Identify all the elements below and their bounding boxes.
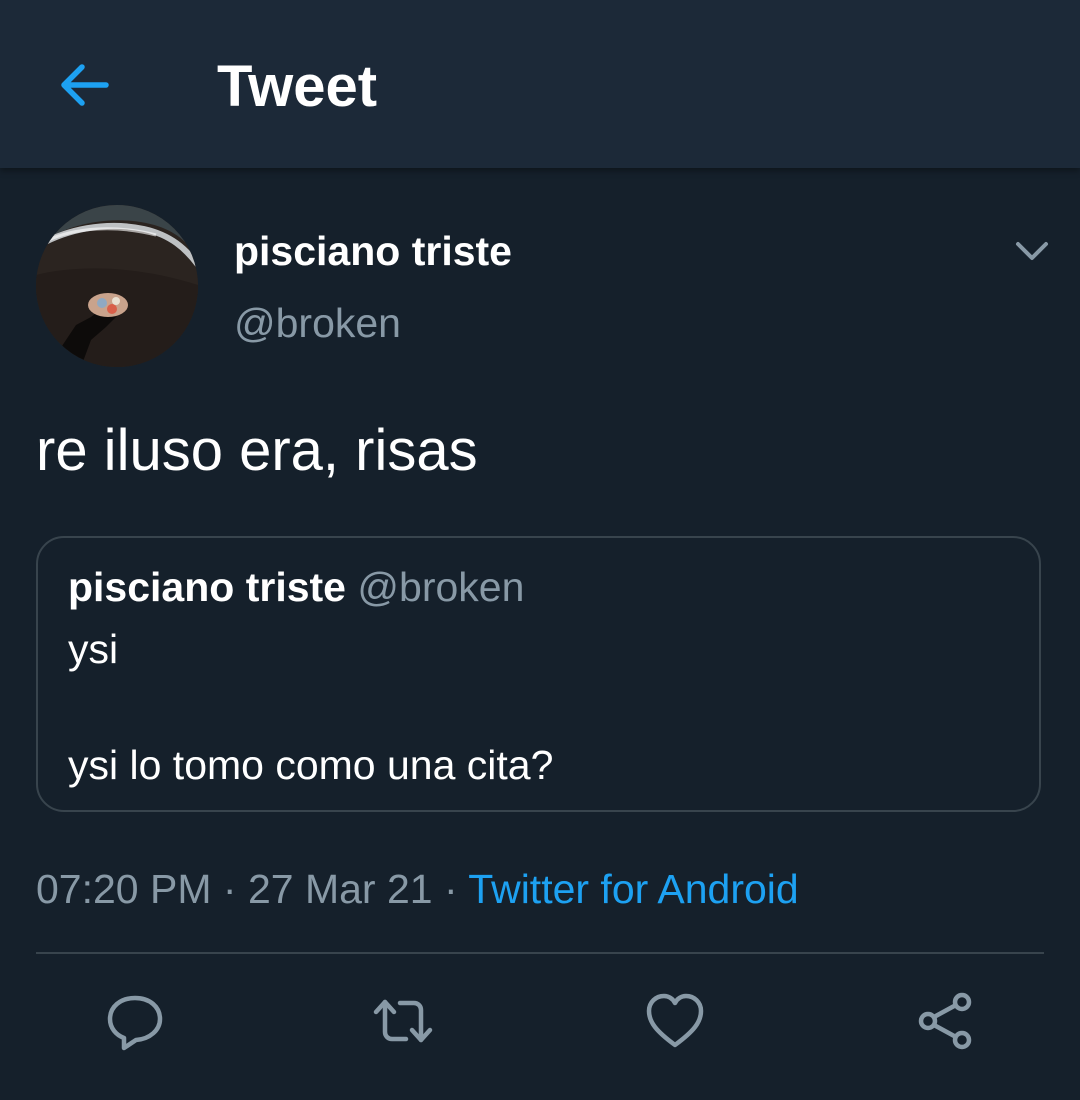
- author-name[interactable]: pisciano triste: [234, 226, 512, 276]
- quoted-tweet-text-line: ysi lo tomo como una cita?: [68, 742, 554, 788]
- author-handle[interactable]: @broken: [234, 298, 401, 348]
- tweet-metadata: 07:20 PM · 27 Mar 21 · Twitter for Andro…: [36, 864, 799, 914]
- heart-icon: [646, 993, 704, 1048]
- retweet-icon: [373, 999, 433, 1043]
- like-button[interactable]: [644, 990, 706, 1052]
- comment-icon: [107, 995, 163, 1051]
- tweet-date: 27 Mar 21: [247, 866, 433, 912]
- meta-separator: ·: [222, 866, 237, 912]
- quoted-tweet[interactable]: pisciano triste @broken ysi ysi lo tomo …: [36, 536, 1041, 812]
- tweet-source-link[interactable]: Twitter for Android: [468, 866, 798, 912]
- quoted-author-name: pisciano triste: [68, 564, 346, 610]
- back-button[interactable]: [54, 55, 114, 115]
- reply-button[interactable]: [104, 990, 166, 1052]
- tweet-text: re iluso era, risas: [36, 418, 478, 483]
- share-button[interactable]: [914, 990, 976, 1052]
- divider: [36, 952, 1044, 954]
- tweet-time: 07:20 PM: [36, 866, 212, 912]
- retweet-button[interactable]: [372, 990, 434, 1052]
- page-title: Tweet: [217, 54, 378, 119]
- top-app-bar: Tweet: [0, 0, 1080, 168]
- avatar-photo: [36, 205, 198, 367]
- quoted-author-handle: @broken: [357, 564, 525, 610]
- quoted-tweet-text-line: ysi: [68, 626, 119, 672]
- tweet-menu-button[interactable]: [1008, 226, 1056, 274]
- share-icon: [918, 992, 972, 1050]
- quoted-tweet-header: pisciano triste @broken: [68, 562, 524, 612]
- meta-separator: ·: [443, 866, 458, 912]
- arrow-left-icon: [61, 64, 109, 106]
- chevron-down-icon: [1016, 242, 1048, 260]
- avatar[interactable]: [36, 205, 198, 367]
